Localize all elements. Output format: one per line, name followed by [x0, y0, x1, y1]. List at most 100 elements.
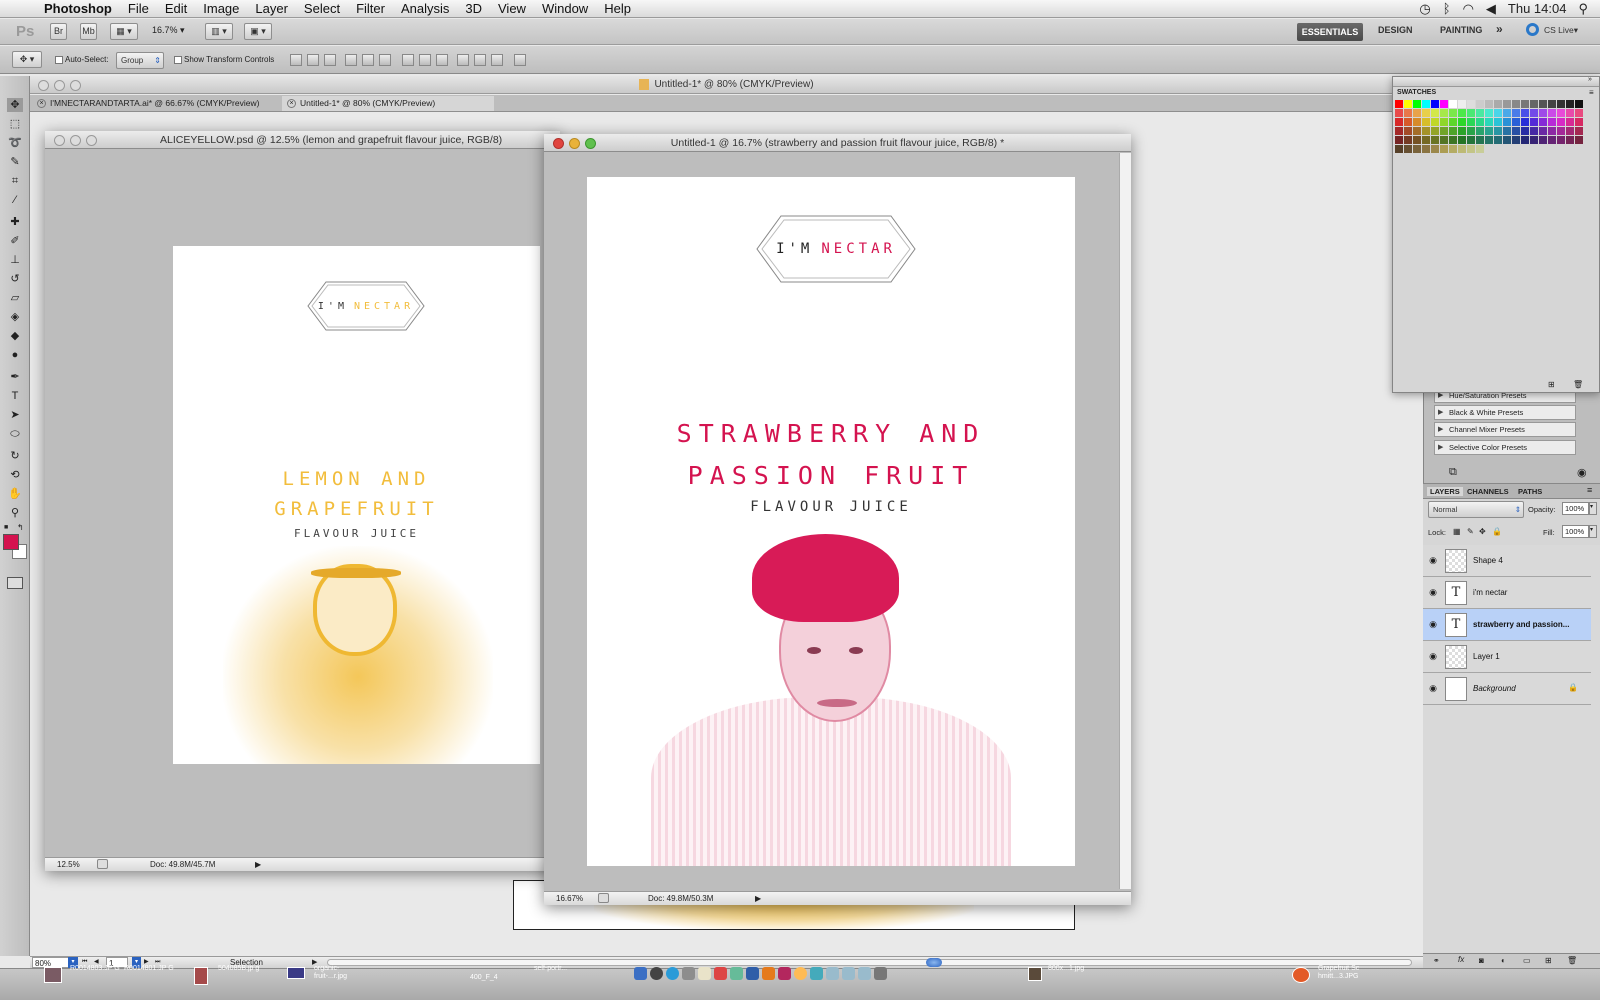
distribute-bottom-edges-icon[interactable]: [436, 54, 448, 66]
swatch[interactable]: [1467, 118, 1475, 126]
close-tab-icon[interactable]: ×: [287, 99, 296, 108]
canvas-strawberry[interactable]: I'M NECTAR STRAWBERRY AND PASSION FRUIT …: [587, 177, 1075, 866]
layer-style-icon[interactable]: fx: [1458, 955, 1464, 964]
align-left-edges-icon[interactable]: [345, 54, 357, 66]
panel-menu-icon[interactable]: ≡: [1587, 485, 1592, 495]
swatch[interactable]: [1494, 127, 1502, 135]
swatch[interactable]: [1476, 145, 1484, 153]
swatch[interactable]: [1467, 127, 1475, 135]
menu-edit[interactable]: Edit: [157, 0, 195, 18]
horizontal-scrollbar[interactable]: [327, 959, 1412, 966]
delete-swatch-icon[interactable]: 🗑: [1573, 380, 1583, 389]
fill-input[interactable]: 100%: [1562, 525, 1589, 538]
type-tool-icon[interactable]: T: [7, 389, 23, 403]
tab-paths[interactable]: PATHS: [1518, 487, 1542, 496]
cs-live-button[interactable]: CS Live▾: [1544, 25, 1578, 36]
swatch[interactable]: [1476, 127, 1484, 135]
swatch[interactable]: [1575, 109, 1583, 117]
swatch[interactable]: [1521, 109, 1529, 117]
new-swatch-icon[interactable]: ⊞: [1548, 380, 1555, 389]
dashboard-icon[interactable]: [650, 967, 663, 980]
preset-channel-mixer[interactable]: Channel Mixer Presets: [1434, 422, 1576, 437]
lock-all-icon[interactable]: 🔒: [1492, 527, 1502, 536]
window-title-bar[interactable]: ALICEYELLOW.psd @ 12.5% (lemon and grape…: [45, 131, 560, 149]
pen-tool-icon[interactable]: ✒: [7, 370, 23, 384]
swatch[interactable]: [1440, 100, 1448, 108]
swatch[interactable]: [1422, 127, 1430, 135]
swatch[interactable]: [1404, 127, 1412, 135]
swatch[interactable]: [1440, 136, 1448, 144]
swatch[interactable]: [1575, 136, 1583, 144]
layer-row-shape-4[interactable]: ◉ Shape 4: [1423, 545, 1591, 577]
status-menu-arrow-icon[interactable]: ▶: [255, 858, 261, 871]
align-right-edges-icon[interactable]: [379, 54, 391, 66]
auto-select-checkbox[interactable]: [55, 56, 63, 64]
distribute-top-edges-icon[interactable]: [402, 54, 414, 66]
swatch[interactable]: [1566, 100, 1574, 108]
close-window-button[interactable]: [38, 80, 49, 91]
indesign-icon[interactable]: [778, 967, 791, 980]
swatch[interactable]: [1395, 118, 1403, 126]
swatch[interactable]: [1458, 109, 1466, 117]
swatch[interactable]: [1539, 127, 1547, 135]
swatch[interactable]: [1422, 109, 1430, 117]
visibility-eye-icon[interactable]: ◉: [1426, 555, 1440, 566]
swatch[interactable]: [1530, 109, 1538, 117]
menu-image[interactable]: Image: [195, 0, 247, 18]
illustrator-icon[interactable]: [762, 967, 775, 980]
dock-file-8[interactable]: Grapefruit Sc hmitt...3.JPG: [1318, 965, 1378, 981]
swatch[interactable]: [1449, 100, 1457, 108]
path-selection-tool-icon[interactable]: ➤: [7, 408, 23, 422]
workspace-essentials[interactable]: ESSENTIALS: [1297, 23, 1363, 41]
menu-file[interactable]: File: [120, 0, 157, 18]
wifi-icon[interactable]: ◠: [1463, 1, 1474, 17]
swatch[interactable]: [1449, 136, 1457, 144]
3d-rotate-tool-icon[interactable]: ↻: [7, 449, 23, 463]
swatch[interactable]: [1449, 145, 1457, 153]
close-window-button[interactable]: [54, 135, 65, 146]
close-tab-icon[interactable]: ×: [37, 99, 46, 108]
swatch[interactable]: [1575, 127, 1583, 135]
swatch[interactable]: [1413, 136, 1421, 144]
file-thumbnail-icon[interactable]: [194, 967, 208, 985]
swatch[interactable]: [1440, 109, 1448, 117]
layer-row-background[interactable]: ◉ Background 🔒: [1423, 673, 1591, 705]
swatch[interactable]: [1395, 127, 1403, 135]
dock-file-5[interactable]: 400_F_4: [470, 974, 510, 982]
swatch[interactable]: [1512, 109, 1520, 117]
mini-bridge-button[interactable]: Mb: [80, 23, 97, 40]
distribute-horizontal-centers-icon[interactable]: [474, 54, 486, 66]
lock-image-icon[interactable]: ✎: [1467, 527, 1474, 536]
window-title-bar[interactable]: Untitled-1 @ 16.7% (strawberry and passi…: [544, 134, 1131, 152]
tab-channels[interactable]: CHANNELS: [1467, 487, 1509, 496]
swatch[interactable]: [1422, 145, 1430, 153]
default-colors-icon[interactable]: ■: [4, 524, 8, 531]
opacity-input[interactable]: 100%: [1562, 502, 1589, 515]
dock-file-3[interactable]: 504085B.jp g: [218, 965, 268, 973]
swatch[interactable]: [1404, 109, 1412, 117]
swatch[interactable]: [1539, 100, 1547, 108]
swatch[interactable]: [1422, 118, 1430, 126]
swatch[interactable]: [1485, 118, 1493, 126]
swatch[interactable]: [1413, 118, 1421, 126]
layer-mask-icon[interactable]: ◙: [1479, 956, 1484, 965]
swatch[interactable]: [1422, 100, 1430, 108]
dock-file-6[interactable]: self-portr...: [534, 965, 580, 973]
swatch[interactable]: [1512, 118, 1520, 126]
folder-icon[interactable]: [842, 967, 855, 980]
swatch[interactable]: [1530, 136, 1538, 144]
adjustments-return-icon[interactable]: ⧉: [1449, 466, 1457, 479]
tab-untitled-1[interactable]: × Untitled-1* @ 80% (CMYK/Preview): [282, 96, 494, 111]
dock-file-1[interactable]: R0014803.JP G: [70, 965, 122, 973]
swatch[interactable]: [1503, 118, 1511, 126]
swatch[interactable]: [1485, 136, 1493, 144]
swatch[interactable]: [1485, 127, 1493, 135]
bridge-button[interactable]: Br: [50, 23, 67, 40]
swatch[interactable]: [1557, 100, 1565, 108]
panel-menu-icon[interactable]: ≡: [1589, 88, 1594, 97]
swatch[interactable]: [1476, 118, 1484, 126]
dock-file-2[interactable]: R0014801.JP G: [124, 965, 178, 973]
menu-view[interactable]: View: [490, 0, 534, 18]
swatch[interactable]: [1476, 109, 1484, 117]
minimize-window-button[interactable]: [70, 135, 81, 146]
